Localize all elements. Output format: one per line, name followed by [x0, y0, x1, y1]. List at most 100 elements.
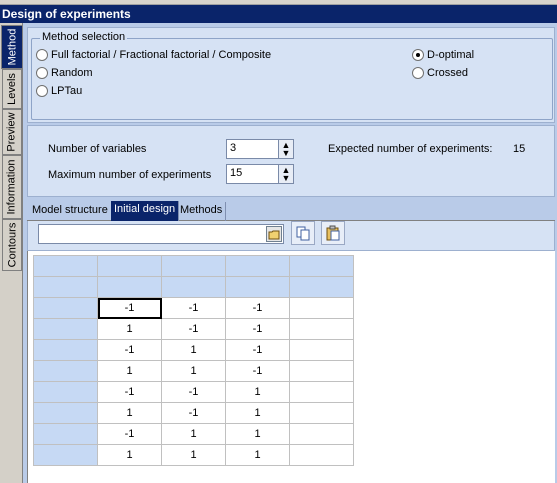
paste-icon[interactable] [321, 221, 345, 245]
max-experiments-spinner[interactable]: 15 ▲ ▼ [226, 164, 294, 184]
grid-cell[interactable]: 1 [161, 339, 226, 361]
radio-button-icon [36, 67, 48, 79]
side-tab-levels-label: Levels [6, 73, 19, 105]
grid-corner-cell [33, 276, 98, 298]
expected-experiments-value: 15 [513, 143, 526, 155]
open-folder-icon[interactable] [266, 226, 282, 242]
grid-cell[interactable]: 1 [225, 381, 290, 403]
grid-column-header[interactable] [161, 276, 226, 298]
tab-strip: Model structure Initial design Methods [27, 200, 555, 221]
radio-d-optimal[interactable]: D-optimal [412, 49, 474, 61]
grid-cell[interactable]: -1 [161, 297, 226, 319]
grid-cell[interactable]: -1 [97, 339, 162, 361]
radio-button-icon [36, 49, 48, 61]
method-panel: Method selection Full factorial / Fracti… [27, 27, 555, 123]
grid-column-header[interactable] [289, 276, 354, 298]
grid-cell[interactable]: -1 [97, 381, 162, 403]
grid-header-row [33, 276, 354, 298]
grid-column-header[interactable] [225, 276, 290, 298]
radio-full-factorial[interactable]: Full factorial / Fractional factorial / … [36, 49, 271, 61]
grid-cell[interactable]: -1 [97, 297, 162, 319]
max-experiments-input[interactable]: 15 [226, 164, 278, 184]
max-experiments-label: Maximum number of experiments [48, 169, 212, 181]
grid-cell[interactable]: -1 [225, 339, 290, 361]
radio-button-checked-icon [412, 49, 424, 61]
expected-experiments-label: Expected number of experiments: [328, 143, 493, 155]
grid-cell[interactable] [289, 297, 354, 319]
radio-lptau-label: LPTau [51, 85, 83, 97]
grid-column-header[interactable] [97, 276, 162, 298]
tab-model-structure[interactable]: Model structure [29, 202, 112, 221]
grid-cell[interactable] [289, 402, 354, 424]
grid-cell[interactable]: -1 [225, 318, 290, 340]
grid-row-header[interactable] [33, 423, 98, 445]
side-tab-levels[interactable]: Levels [2, 69, 22, 109]
grid-cell[interactable] [289, 381, 354, 403]
grid-cell[interactable] [289, 318, 354, 340]
grid-column-header[interactable] [225, 255, 290, 277]
table-row: 1 -1 -1 [33, 318, 354, 340]
grid-cell[interactable]: -1 [161, 402, 226, 424]
method-selection-group: Method selection Full factorial / Fracti… [31, 31, 553, 120]
grid-cell[interactable]: 1 [225, 444, 290, 466]
side-tab-preview[interactable]: Preview [2, 109, 22, 155]
grid-column-header[interactable] [161, 255, 226, 277]
grid-cell[interactable] [289, 423, 354, 445]
table-row: -1 -1 1 [33, 381, 354, 403]
window-title: Design of experiments [0, 5, 557, 23]
radio-lptau[interactable]: LPTau [36, 85, 82, 97]
grid-cell[interactable]: -1 [225, 360, 290, 382]
design-grid[interactable]: -1 -1 -1 1 -1 -1 -1 1 -1 1 1 -1 -1 -1 1 1 -1 1 -1 1 1 1 1 1 [33, 255, 354, 466]
grid-cell[interactable]: -1 [97, 423, 162, 445]
grid-row-header[interactable] [33, 444, 98, 466]
side-tab-information-label: Information [6, 159, 18, 215]
copy-icon[interactable] [291, 221, 315, 245]
radio-d-optimal-label: D-optimal [427, 49, 475, 61]
table-row: -1 1 -1 [33, 339, 354, 361]
num-vars-input[interactable]: 3 [226, 139, 278, 159]
side-tab-preview-label: Preview [6, 112, 18, 152]
grid-row-header[interactable] [33, 297, 98, 319]
grid-cell[interactable]: 1 [161, 423, 226, 445]
tab-methods[interactable]: Methods [177, 202, 227, 221]
grid-cell[interactable]: 1 [97, 402, 162, 424]
grid-cell[interactable]: 1 [97, 444, 162, 466]
radio-button-icon [412, 67, 424, 79]
grid-cell[interactable] [289, 444, 354, 466]
num-vars-label: Number of variables [48, 143, 147, 155]
grid-row-header[interactable] [33, 360, 98, 382]
grid-cell[interactable] [289, 360, 354, 382]
grid-cell[interactable]: -1 [161, 318, 226, 340]
grid-cell[interactable]: -1 [225, 297, 290, 319]
grid-column-header[interactable] [97, 255, 162, 277]
method-selection-label: Method selection [40, 31, 128, 43]
grid-row-header[interactable] [33, 339, 98, 361]
num-vars-spin-buttons[interactable]: ▲ ▼ [278, 139, 294, 159]
table-row: 111 [33, 444, 354, 466]
side-tab-contours[interactable]: Contours [2, 219, 22, 271]
grid-row-header[interactable] [33, 318, 98, 340]
grid-cell[interactable] [289, 339, 354, 361]
grid-cell[interactable]: -1 [161, 381, 226, 403]
radio-crossed[interactable]: Crossed [412, 67, 468, 79]
num-vars-spinner[interactable]: 3 ▲ ▼ [226, 139, 294, 159]
main-area: Method selection Full factorial / Fracti… [23, 23, 557, 483]
tab-initial-design[interactable]: Initial design [111, 201, 180, 221]
grid-cell[interactable]: 1 [225, 402, 290, 424]
grid-cell[interactable]: 1 [161, 444, 226, 466]
max-experiments-spin-buttons[interactable]: ▲ ▼ [278, 164, 294, 184]
side-tab-information[interactable]: Information [2, 155, 22, 219]
radio-full-factorial-label: Full factorial / Fractional factorial / … [51, 49, 272, 61]
grid-cell[interactable]: 1 [161, 360, 226, 382]
design-combo[interactable] [38, 224, 284, 244]
grid-cell[interactable]: 1 [97, 360, 162, 382]
grid-row-header[interactable] [33, 402, 98, 424]
side-tabs: Method Levels Preview Information Contou… [0, 23, 23, 483]
radio-random[interactable]: Random [36, 67, 93, 79]
grid-cell[interactable]: 1 [225, 423, 290, 445]
table-row: -1 -1 -1 [33, 297, 354, 319]
grid-column-header[interactable] [289, 255, 354, 277]
grid-row-header[interactable] [33, 381, 98, 403]
side-tab-method[interactable]: Method [1, 25, 23, 69]
grid-cell[interactable]: 1 [97, 318, 162, 340]
